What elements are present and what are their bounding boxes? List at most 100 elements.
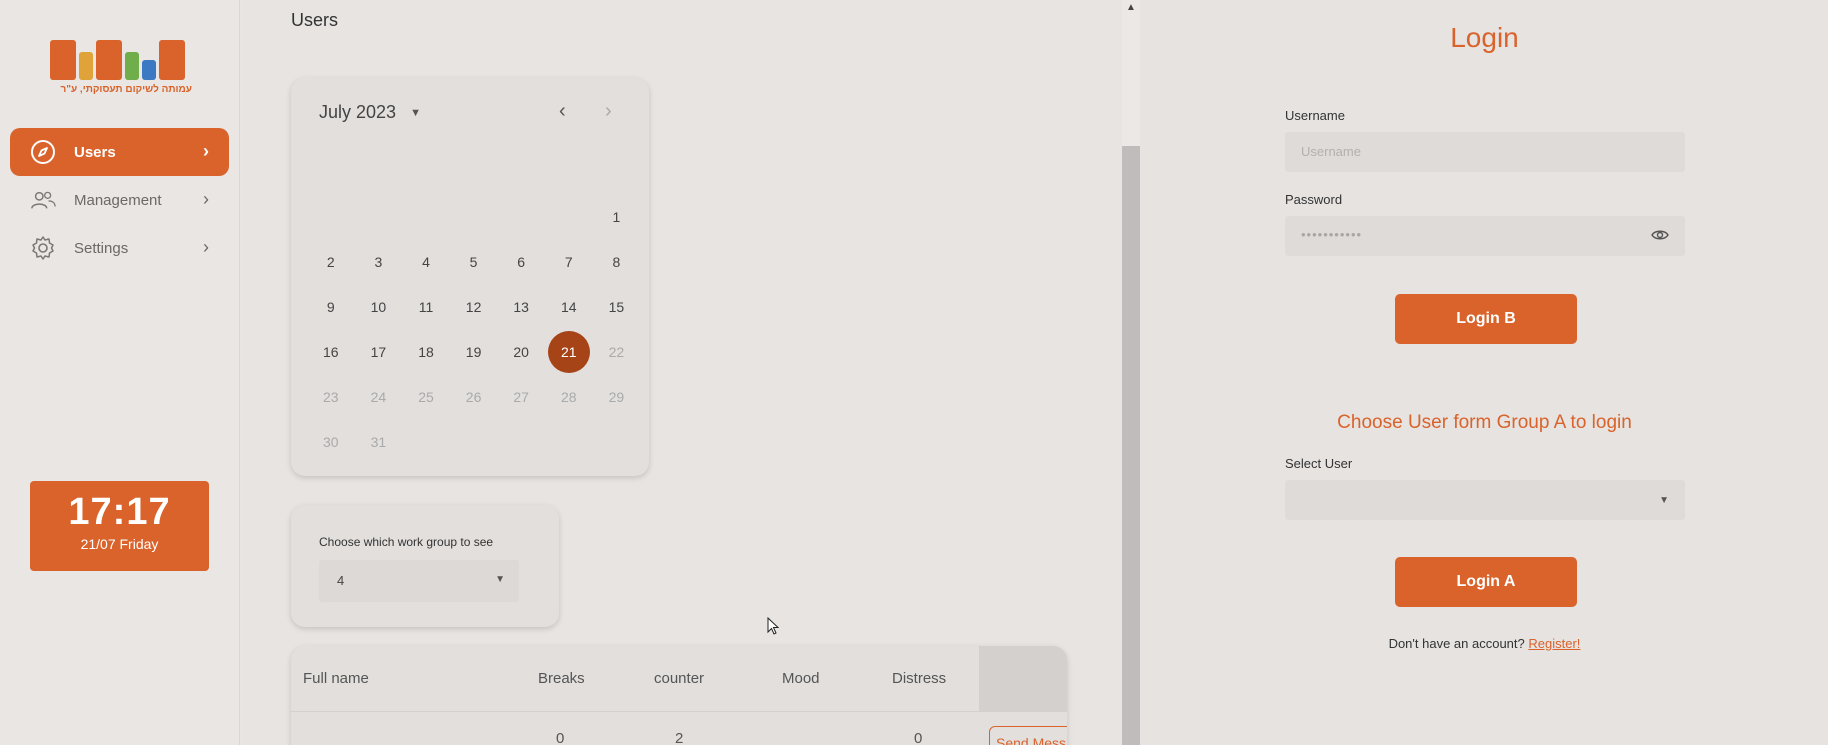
gear-icon xyxy=(30,235,56,261)
workgroup-select[interactable]: 4 ▼ xyxy=(319,560,519,602)
login-b-button[interactable]: Login B xyxy=(1395,294,1577,344)
calendar-month-label: July 2023 xyxy=(319,102,397,122)
select-user-dropdown[interactable]: ▼ xyxy=(1285,480,1685,520)
calendar-day[interactable]: 15 xyxy=(593,299,641,315)
caret-down-icon: ▼ xyxy=(410,106,421,119)
sidebar-item-label: Management xyxy=(74,191,162,209)
calendar-day[interactable]: 5 xyxy=(450,254,498,270)
sidebar-item-management[interactable]: Management › xyxy=(10,176,229,224)
password-value: ••••••••••• xyxy=(1301,227,1363,242)
logo-tagline: עמותה לשיקום תעסוקתי, ע"ר xyxy=(60,84,192,95)
calendar-week-row: 23 24 25 26 27 28 29 xyxy=(307,374,641,419)
compass-icon xyxy=(30,139,56,165)
login-title: Login xyxy=(1450,22,1519,53)
column-header-distress[interactable]: Distress xyxy=(892,670,946,687)
chevron-right-icon: › xyxy=(203,237,209,257)
logo[interactable]: עמותה לשיקום תעסוקתי, ע"ר xyxy=(50,40,192,100)
calendar-day[interactable]: 9 xyxy=(307,299,355,315)
calendar-day[interactable]: 20 xyxy=(497,344,545,360)
calendar-day[interactable]: 12 xyxy=(450,299,498,315)
register-text: Don't have an account? xyxy=(1388,636,1525,651)
row-counter: 2 xyxy=(675,730,684,745)
chevron-right-icon: › xyxy=(203,189,209,209)
calendar-week-row: 2345678 xyxy=(307,239,641,284)
mouse-cursor-icon xyxy=(767,617,779,635)
table-header: Full name Breaks counter Mood Distress xyxy=(291,646,1067,712)
login-pane: Login Username Username Password •••••••… xyxy=(1141,0,1828,745)
sidebar-item-users[interactable]: Users › xyxy=(10,128,229,176)
clock-widget: 17:17 21/07 Friday xyxy=(30,481,209,571)
calendar-day: 22 xyxy=(608,343,625,360)
send-message-button[interactable]: Send Message xyxy=(989,726,1067,745)
sidebar-item-settings[interactable]: Settings › xyxy=(10,224,229,272)
scroll-up-icon[interactable]: ▲ xyxy=(1126,2,1136,13)
calendar-day[interactable]: 17 xyxy=(355,344,403,360)
calendar-week-row: 30 31 xyxy=(307,419,641,464)
sidebar: עמותה לשיקום תעסוקתי, ע"ר Users › Manage… xyxy=(0,0,240,745)
username-label: Username xyxy=(1285,108,1345,123)
calendar-day[interactable]: 7 xyxy=(545,254,593,270)
chevron-right-icon: › xyxy=(203,141,209,161)
calendar-day: 31 xyxy=(370,433,387,450)
app-pane: עמותה לשיקום תעסוקתי, ע"ר Users › Manage… xyxy=(0,0,1140,745)
eye-icon[interactable] xyxy=(1651,226,1669,249)
calendar-day[interactable]: 21 xyxy=(545,330,593,373)
password-field[interactable]: ••••••••••• xyxy=(1285,216,1685,256)
column-header-breaks[interactable]: Breaks xyxy=(538,670,585,687)
row-distress: 0 xyxy=(914,730,923,745)
register-prompt: Don't have an account? Register! xyxy=(1141,636,1828,651)
column-header-actions xyxy=(979,646,1067,712)
calendar-month-selector[interactable]: July 2023 ▼ xyxy=(319,102,421,123)
chevron-right-icon[interactable]: › xyxy=(605,100,612,123)
calendar-day[interactable]: 10 xyxy=(355,299,403,315)
workgroup-label: Choose which work group to see xyxy=(319,535,494,549)
page-title: Users xyxy=(291,10,339,30)
screen: עמותה לשיקום תעסוקתי, ע"ר Users › Manage… xyxy=(0,0,1828,745)
people-icon xyxy=(30,187,56,213)
calendar-day: 27 xyxy=(513,388,529,405)
calendar-day[interactable]: 16 xyxy=(307,344,355,360)
sidebar-nav: Users › Management › Settings › xyxy=(10,128,229,272)
calendar-day[interactable]: 14 xyxy=(545,299,593,315)
register-link[interactable]: Register! xyxy=(1528,636,1580,651)
username-placeholder: Username xyxy=(1301,144,1361,159)
calendar-week-row: 16 17 18 19 20 21 22 xyxy=(307,329,641,374)
calendar-day: 28 xyxy=(560,388,577,405)
calendar-day[interactable]: 3 xyxy=(355,254,403,270)
calendar-day[interactable]: 1 xyxy=(593,209,641,225)
clock-date: 21/07 Friday xyxy=(80,536,159,552)
calendar-day: 29 xyxy=(608,388,625,405)
password-label: Password xyxy=(1285,192,1343,207)
calendar-day[interactable]: 8 xyxy=(593,254,641,270)
calendar-day: 30 xyxy=(323,433,339,450)
login-a-button[interactable]: Login A xyxy=(1395,557,1577,607)
caret-down-icon: ▼ xyxy=(1659,495,1669,506)
row-breaks: 0 xyxy=(556,730,565,745)
calendar-day: 23 xyxy=(323,388,339,405)
caret-down-icon: ▼ xyxy=(495,574,505,585)
scrollbar-thumb[interactable] xyxy=(1122,146,1140,745)
sidebar-item-label: Settings xyxy=(74,239,129,257)
calendar-day: 24 xyxy=(370,388,387,405)
calendar: July 2023 ▼ ‹ › 1 2 3 4 5 6 7 8 9 10 11 12 13 14 15 16 1… xyxy=(291,78,649,476)
calendar-day: 26 xyxy=(465,388,482,405)
column-header-mood[interactable]: Mood xyxy=(782,670,820,687)
calendar-day[interactable]: 13 xyxy=(497,299,545,315)
calendar-day[interactable]: 11 xyxy=(402,299,450,315)
calendar-day: 25 xyxy=(418,388,434,405)
select-user-label: Select User xyxy=(1285,456,1353,471)
calendar-day[interactable]: 4 xyxy=(402,254,450,270)
calendar-day[interactable]: 2 xyxy=(307,254,355,270)
column-header-counter[interactable]: counter xyxy=(654,670,704,687)
chevron-left-icon[interactable]: ‹ xyxy=(559,100,566,123)
scrollbar[interactable]: ▲ xyxy=(1122,0,1140,745)
column-header-full-name[interactable]: Full name xyxy=(303,670,369,687)
main-content: Users July 2023 ▼ ‹ › 1 2 3 4 5 6 7 8 9 10 11 12 13 1… xyxy=(241,0,1122,745)
group-a-title: Choose User form Group A to login xyxy=(1337,412,1632,433)
calendar-day[interactable]: 19 xyxy=(450,344,498,360)
username-field[interactable]: Username xyxy=(1285,132,1685,172)
calendar-day[interactable]: 6 xyxy=(497,254,545,270)
workgroup-value: 4 xyxy=(337,573,345,588)
clock-time: 17:17 xyxy=(68,491,171,533)
calendar-day[interactable]: 18 xyxy=(402,344,450,360)
